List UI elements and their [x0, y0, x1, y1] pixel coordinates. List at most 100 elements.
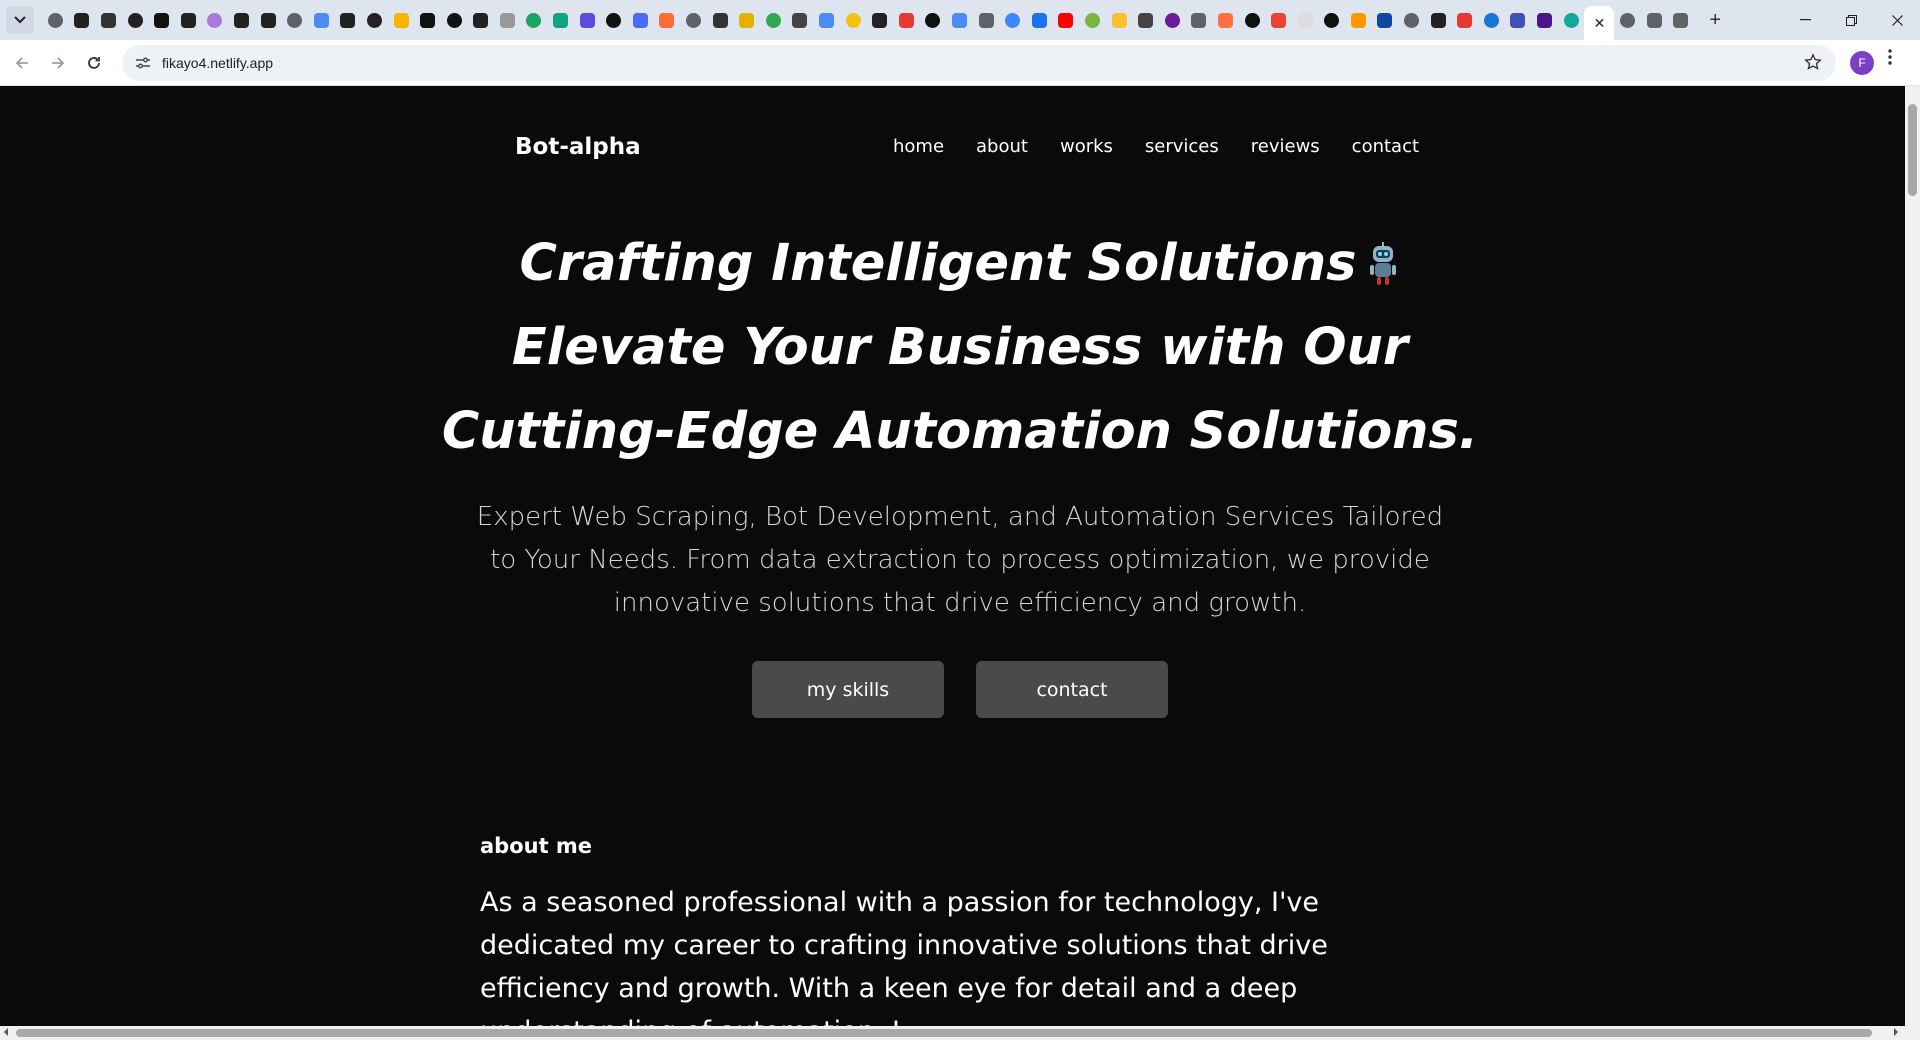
browser-tab[interactable]	[1053, 0, 1080, 40]
site-logo[interactable]: Bot-alpha	[515, 134, 641, 160]
tab-search-button[interactable]	[6, 6, 34, 34]
scroll-left-icon[interactable]	[3, 1027, 9, 1037]
profile-avatar[interactable]: F	[1850, 51, 1874, 75]
nav-contact[interactable]: contact	[1352, 136, 1419, 157]
browser-tab[interactable]	[1079, 0, 1106, 40]
browser-tab[interactable]	[787, 0, 814, 40]
tab-favicon-icon	[180, 12, 196, 28]
browser-tab[interactable]	[1451, 0, 1478, 40]
browser-tab[interactable]	[202, 0, 229, 40]
browser-tab[interactable]	[414, 0, 441, 40]
browser-tab[interactable]	[1159, 0, 1186, 40]
address-bar[interactable]: fikayo4.netlify.app	[122, 45, 1836, 81]
tab-close-icon[interactable]: ✕	[1594, 15, 1606, 32]
browser-tab[interactable]	[122, 0, 149, 40]
browser-tab[interactable]	[95, 0, 122, 40]
browser-tab[interactable]	[308, 0, 335, 40]
browser-tab[interactable]	[175, 0, 202, 40]
browser-tab[interactable]	[1292, 0, 1319, 40]
browser-tab[interactable]	[1239, 0, 1266, 40]
browser-tab[interactable]	[1212, 0, 1239, 40]
close-window-button[interactable]	[1874, 0, 1920, 40]
browser-tab[interactable]	[840, 0, 867, 40]
browser-tab[interactable]	[361, 0, 388, 40]
browser-tab[interactable]	[1425, 0, 1452, 40]
tab-favicon-icon	[366, 12, 382, 28]
browser-tab[interactable]	[760, 0, 787, 40]
browser-tab[interactable]	[1505, 0, 1532, 40]
browser-tab[interactable]	[1265, 0, 1292, 40]
vertical-scrollbar[interactable]	[1905, 86, 1920, 1026]
contact-button[interactable]: contact	[976, 661, 1168, 718]
browser-menu-button[interactable]	[1888, 48, 1892, 71]
browser-tab[interactable]	[707, 0, 734, 40]
browser-tab[interactable]	[1186, 0, 1213, 40]
tab-favicon-icon	[606, 12, 622, 28]
forward-button[interactable]	[40, 45, 76, 81]
back-button[interactable]	[4, 45, 40, 81]
browser-tab[interactable]	[733, 0, 760, 40]
browser-tab[interactable]	[1614, 0, 1641, 40]
hero-line-1: Crafting Intelligent Solutions	[519, 234, 1357, 293]
browser-tab[interactable]	[1531, 0, 1558, 40]
bookmark-button[interactable]	[1804, 53, 1822, 76]
browser-tab[interactable]	[1398, 0, 1425, 40]
tab-favicon-icon	[1084, 12, 1100, 28]
browser-tab[interactable]	[627, 0, 654, 40]
browser-tab[interactable]	[600, 0, 627, 40]
browser-tab[interactable]	[1372, 0, 1399, 40]
browser-tab[interactable]	[521, 0, 548, 40]
nav-about[interactable]: about	[976, 136, 1028, 157]
new-tab-button[interactable]: +	[1700, 5, 1730, 35]
nav-services[interactable]: services	[1145, 136, 1219, 157]
browser-tab[interactable]	[1345, 0, 1372, 40]
browser-tab[interactable]	[148, 0, 175, 40]
browser-tab[interactable]	[1558, 0, 1585, 40]
browser-tab[interactable]	[680, 0, 707, 40]
browser-tab[interactable]	[574, 0, 601, 40]
browser-tab[interactable]	[441, 0, 468, 40]
browser-tab[interactable]	[255, 0, 282, 40]
browser-tab[interactable]	[946, 0, 973, 40]
nav-works[interactable]: works	[1060, 136, 1113, 157]
browser-tab[interactable]	[813, 0, 840, 40]
browser-tab[interactable]	[654, 0, 681, 40]
browser-tab[interactable]	[69, 0, 96, 40]
browser-tab[interactable]	[866, 0, 893, 40]
scroll-right-icon[interactable]	[1893, 1027, 1899, 1037]
browser-tab[interactable]	[893, 0, 920, 40]
browser-tab[interactable]	[1641, 0, 1668, 40]
browser-tab[interactable]	[1478, 0, 1505, 40]
browser-tab[interactable]	[1132, 0, 1159, 40]
tab-favicon-icon	[1244, 12, 1260, 28]
browser-tab[interactable]	[920, 0, 947, 40]
browser-tab[interactable]	[1668, 0, 1695, 40]
vertical-scroll-thumb[interactable]	[1908, 104, 1917, 196]
browser-tab[interactable]	[973, 0, 1000, 40]
horizontal-scroll-thumb[interactable]	[16, 1029, 1872, 1037]
tab-favicon-icon	[1537, 12, 1553, 28]
horizontal-scrollbar[interactable]	[0, 1026, 1920, 1040]
browser-tab[interactable]	[228, 0, 255, 40]
restore-button[interactable]	[1828, 0, 1874, 40]
browser-tab[interactable]	[1026, 0, 1053, 40]
browser-tab[interactable]	[999, 0, 1026, 40]
browser-tab[interactable]	[1106, 0, 1133, 40]
browser-tab[interactable]	[494, 0, 521, 40]
reload-button[interactable]	[76, 45, 112, 81]
browser-tab[interactable]	[335, 0, 362, 40]
browser-tab[interactable]	[281, 0, 308, 40]
tab-favicon-icon	[1377, 12, 1393, 28]
browser-tab[interactable]	[1319, 0, 1346, 40]
nav-reviews[interactable]: reviews	[1251, 136, 1320, 157]
minimize-button[interactable]	[1782, 0, 1828, 40]
active-tab[interactable]: ✕	[1584, 6, 1615, 40]
site-info-button[interactable]	[128, 56, 158, 70]
nav-home[interactable]: home	[893, 136, 944, 157]
url-text[interactable]: fikayo4.netlify.app	[162, 55, 273, 71]
my-skills-button[interactable]: my skills	[752, 661, 944, 718]
browser-tab[interactable]	[468, 0, 495, 40]
browser-tab[interactable]	[42, 0, 69, 40]
browser-tab[interactable]	[388, 0, 415, 40]
browser-tab[interactable]	[547, 0, 574, 40]
